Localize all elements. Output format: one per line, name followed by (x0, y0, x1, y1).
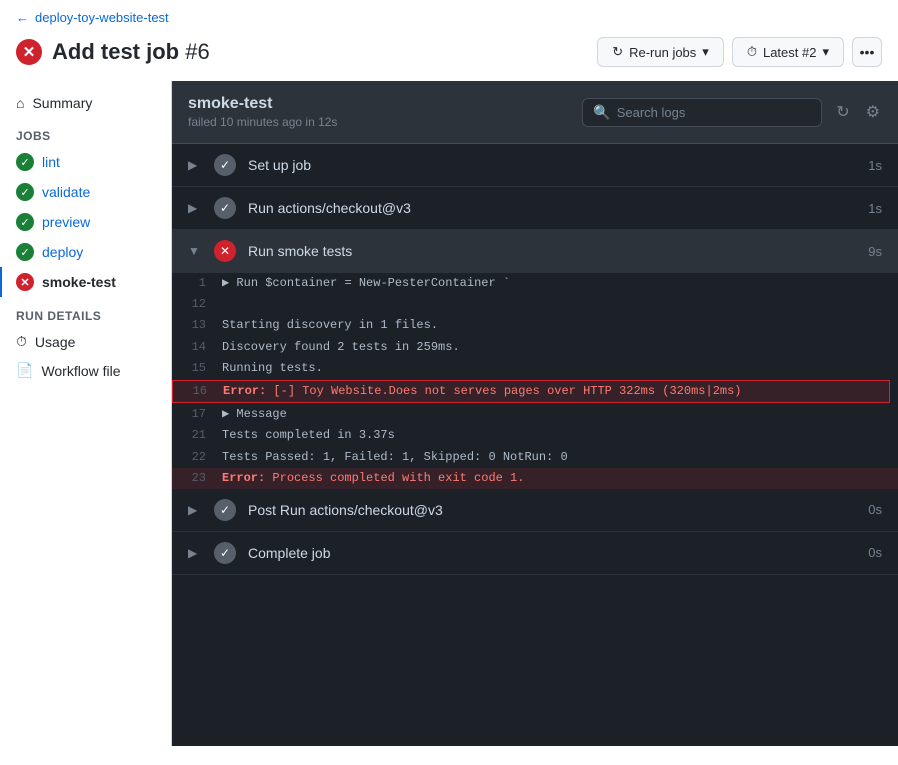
error-keyword-23: Error: (222, 471, 265, 485)
usage-label: Usage (35, 334, 75, 350)
sidebar-item-smoke-test[interactable]: ✕ smoke-test (0, 267, 171, 297)
step-checkout[interactable]: ▶ ✓ Run actions/checkout@v3 1s (172, 187, 898, 230)
log-line-23: 23 Error: Process completed with exit co… (172, 468, 898, 489)
smoke-tests-time: 9s (868, 244, 882, 259)
preview-label: preview (42, 214, 90, 230)
page-status-icon: ✕ (16, 39, 42, 65)
sidebar-item-workflow-file[interactable]: 📄 Workflow file (0, 356, 171, 385)
sidebar-item-deploy[interactable]: ✓ deploy (0, 237, 171, 267)
search-icon: 🔍 (593, 104, 610, 121)
more-options-button[interactable]: ••• (852, 37, 882, 67)
smoke-tests-name: Run smoke tests (248, 243, 868, 259)
breadcrumb: ← deploy-toy-website-test (0, 0, 898, 31)
chevron-right-icon: ▶ (188, 158, 204, 172)
sidebar-item-validate[interactable]: ✓ validate (0, 177, 171, 207)
latest-button[interactable]: ⏱ Latest #2 ▾ (732, 37, 844, 67)
run-details-section-label: Run details (0, 297, 171, 327)
deploy-label: deploy (42, 244, 83, 260)
checkout-status-icon: ✓ (214, 197, 236, 219)
chevron-down-icon: ▼ (188, 244, 204, 258)
log-line-15: 15 Running tests. (172, 358, 898, 379)
jobs-section-label: Jobs (0, 117, 171, 147)
complete-job-name: Complete job (248, 545, 868, 561)
settings-button[interactable]: ⚙ (864, 100, 882, 124)
sidebar: ⌂ Summary Jobs ✓ lint ✓ validate ✓ previ… (0, 81, 172, 746)
page-header: ✕ Add test job #6 ↻ Re-run jobs ▾ ⏱ Late… (0, 31, 898, 81)
main-layout: ⌂ Summary Jobs ✓ lint ✓ validate ✓ previ… (0, 81, 898, 746)
post-checkout-status-icon: ✓ (214, 499, 236, 521)
smoke-tests-logs: 1 ▶ Run $container = New-PesterContainer… (172, 273, 898, 489)
job-content: smoke-test failed 10 minutes ago in 12s … (172, 81, 898, 746)
breadcrumb-link[interactable]: deploy-toy-website-test (35, 10, 169, 25)
rerun-chevron-icon: ▾ (702, 44, 709, 60)
smoke-test-label: smoke-test (42, 274, 116, 290)
post-checkout-time: 0s (868, 502, 882, 517)
ellipsis-icon: ••• (860, 44, 875, 60)
log-line-16: 16 Error: [-] Toy Website.Does not serve… (172, 380, 890, 403)
sidebar-item-summary[interactable]: ⌂ Summary (0, 89, 171, 117)
workflow-file-label: Workflow file (41, 363, 120, 379)
step-smoke-tests[interactable]: ▼ ✕ Run smoke tests 9s (172, 230, 898, 273)
chevron-right-icon-4: ▶ (188, 546, 204, 560)
log-line-14: 14 Discovery found 2 tests in 259ms. (172, 337, 898, 358)
lint-label: lint (42, 154, 60, 170)
step-setup-job[interactable]: ▶ ✓ Set up job 1s (172, 144, 898, 187)
log-line-1: 1 ▶ Run $container = New-PesterContainer… (172, 273, 898, 294)
chevron-right-icon-2: ▶ (188, 201, 204, 215)
setup-job-name: Set up job (248, 157, 868, 173)
log-line-13: 13 Starting discovery in 1 files. (172, 315, 898, 336)
log-line-22: 22 Tests Passed: 1, Failed: 1, Skipped: … (172, 447, 898, 468)
smoke-test-status-icon: ✕ (16, 273, 34, 291)
deploy-status-icon: ✓ (16, 243, 34, 261)
job-title: smoke-test (188, 95, 337, 113)
latest-chevron-icon: ▾ (822, 44, 829, 60)
complete-job-status-icon: ✓ (214, 542, 236, 564)
step-complete-job[interactable]: ▶ ✓ Complete job 0s (172, 532, 898, 575)
error-keyword-16: Error: (223, 384, 266, 398)
job-header: smoke-test failed 10 minutes ago in 12s … (172, 81, 898, 144)
usage-icon: ⏱ (16, 333, 27, 350)
rerun-icon: ↻ (612, 44, 623, 60)
home-icon: ⌂ (16, 95, 24, 111)
log-line-21: 21 Tests completed in 3.37s (172, 425, 898, 446)
search-logs-input[interactable] (617, 105, 812, 120)
header-actions: ↻ Re-run jobs ▾ ⏱ Latest #2 ▾ ••• (597, 37, 882, 67)
log-line-17: 17 ▶ Message (172, 404, 898, 425)
clock-icon: ⏱ (747, 44, 757, 60)
post-checkout-name: Post Run actions/checkout@v3 (248, 502, 868, 518)
search-box[interactable]: 🔍 (582, 98, 822, 127)
job-subtitle: failed 10 minutes ago in 12s (188, 115, 337, 129)
workflow-file-icon: 📄 (16, 362, 33, 379)
refresh-button[interactable]: ↻ (834, 100, 851, 124)
preview-status-icon: ✓ (16, 213, 34, 231)
setup-job-time: 1s (868, 158, 882, 173)
checkout-name: Run actions/checkout@v3 (248, 200, 868, 216)
sidebar-item-usage[interactable]: ⏱ Usage (0, 327, 171, 356)
complete-job-time: 0s (868, 545, 882, 560)
sidebar-item-preview[interactable]: ✓ preview (0, 207, 171, 237)
validate-status-icon: ✓ (16, 183, 34, 201)
title-number: #6 (185, 39, 209, 64)
job-header-right: 🔍 ↻ ⚙ (582, 98, 882, 127)
lint-status-icon: ✓ (16, 153, 34, 171)
smoke-tests-status-icon: ✕ (214, 240, 236, 262)
setup-job-status-icon: ✓ (214, 154, 236, 176)
log-line-12: 12 (172, 294, 898, 315)
sidebar-item-lint[interactable]: ✓ lint (0, 147, 171, 177)
checkout-time: 1s (868, 201, 882, 216)
job-title-block: smoke-test failed 10 minutes ago in 12s (188, 95, 337, 129)
back-arrow: ← (16, 10, 29, 25)
page-title: ✕ Add test job #6 (16, 39, 210, 65)
step-post-checkout[interactable]: ▶ ✓ Post Run actions/checkout@v3 0s (172, 489, 898, 532)
chevron-right-icon-3: ▶ (188, 503, 204, 517)
validate-label: validate (42, 184, 90, 200)
title-text: Add test job (52, 39, 179, 64)
rerun-jobs-button[interactable]: ↻ Re-run jobs ▾ (597, 37, 724, 67)
